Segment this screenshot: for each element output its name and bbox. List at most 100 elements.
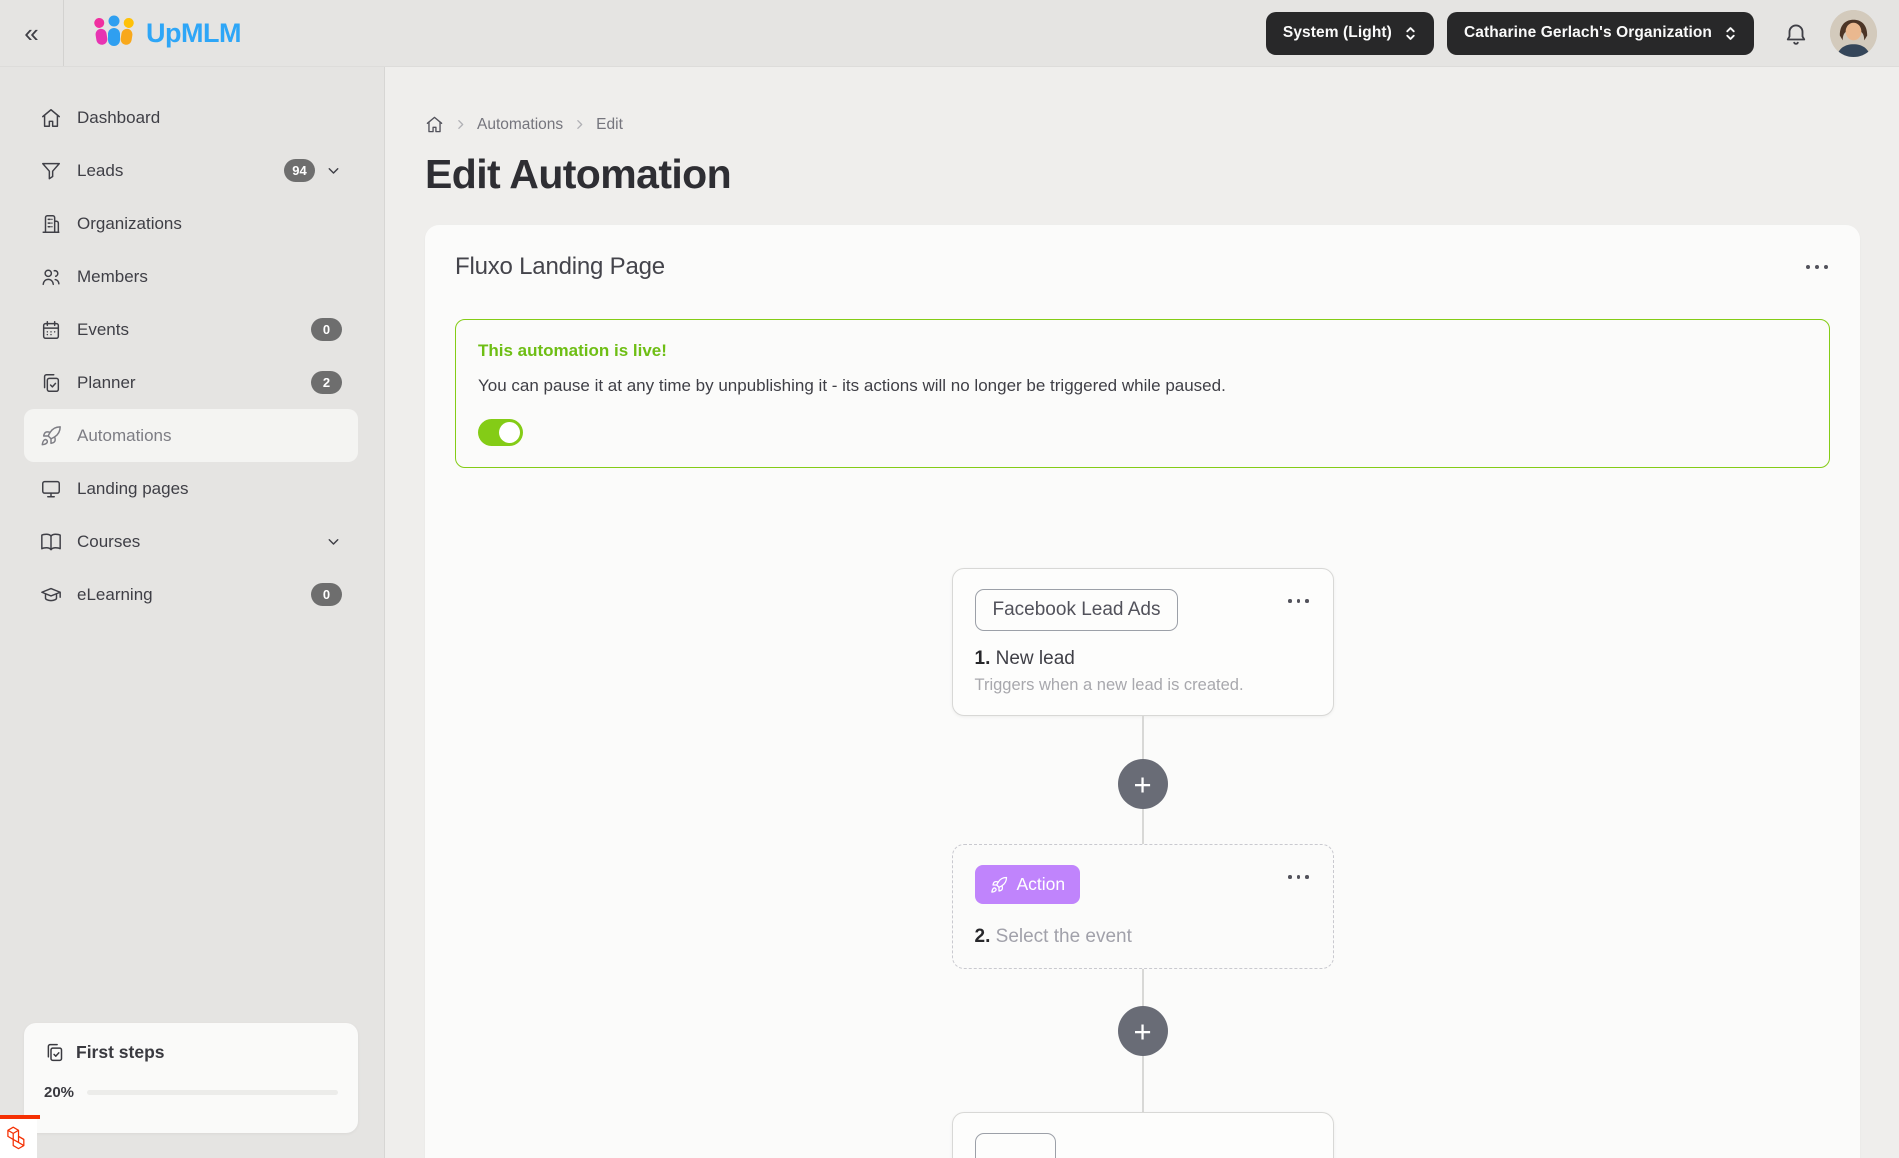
sidebar-item-organizations[interactable]: Organizations <box>24 197 358 250</box>
sidebar-item-dashboard[interactable]: Dashboard <box>24 91 358 144</box>
home-icon <box>40 107 62 129</box>
sidebar-item-courses[interactable]: Courses <box>24 515 358 568</box>
live-alert: This automation is live! You can pause i… <box>455 319 1830 468</box>
sidebar-item-label: Courses <box>77 531 141 551</box>
sidebar-item-label: Automations <box>77 425 172 445</box>
sidebar-item-planner[interactable]: Planner 2 <box>24 356 358 409</box>
next-node-partial <box>951 1112 1334 1158</box>
sidebar-item-label: Landing pages <box>77 478 189 498</box>
rocket-icon <box>990 876 1008 894</box>
live-alert-body: You can pause it at any time by unpublis… <box>478 376 1226 395</box>
monitor-icon <box>40 478 62 500</box>
main-content: Automations Edit Edit Automation Fluxo L… <box>385 67 1899 1158</box>
topbar-controls: System (Light) Catharine Gerlach's Organ… <box>1265 9 1899 57</box>
step-number: 2. <box>974 926 991 947</box>
add-step-button[interactable]: + <box>1117 759 1168 809</box>
flow-connector <box>1141 716 1144 759</box>
action-node: Action 2. Select the event <box>951 844 1334 969</box>
action-pill-label: Action <box>1016 874 1066 894</box>
topbar: « UpMLM System (Light) Catharine Gerlach… <box>0 0 1899 67</box>
notifications-bell-button[interactable] <box>1783 20 1809 46</box>
add-step-button[interactable]: + <box>1117 1006 1168 1056</box>
events-count-badge: 0 <box>311 318 342 341</box>
user-avatar[interactable] <box>1830 9 1877 57</box>
toggle-knob <box>499 422 520 443</box>
live-alert-title: This automation is live! <box>478 341 667 360</box>
node-menu-button[interactable] <box>1286 589 1311 609</box>
collapse-sidebar-button[interactable]: « <box>0 0 64 66</box>
chevron-down-icon <box>325 162 342 179</box>
book-open-icon <box>40 531 62 553</box>
next-node-pill[interactable] <box>974 1133 1056 1158</box>
flow-connector <box>1141 809 1144 844</box>
laravel-debugbar-toggle[interactable] <box>0 1115 40 1158</box>
sidebar-item-label: Planner <box>77 372 136 392</box>
flow-connector <box>1141 1056 1144 1112</box>
first-steps-card[interactable]: First steps 20% <box>24 1023 358 1133</box>
theme-selector-button[interactable]: System (Light) <box>1265 11 1434 55</box>
laravel-logo-icon <box>6 1125 32 1152</box>
rocket-icon <box>40 425 62 447</box>
planner-count-badge: 2 <box>311 371 342 394</box>
sidebar: Dashboard Leads 94 Organizations Members… <box>0 67 385 1158</box>
automation-flow: Facebook Lead Ads 1. New lead Triggers w… <box>455 568 1830 1158</box>
sidebar-item-label: eLearning <box>77 584 153 604</box>
breadcrumb-edit: Edit <box>596 115 623 133</box>
brand-people-icon <box>92 14 136 52</box>
trigger-source-pill[interactable]: Facebook Lead Ads <box>974 589 1179 631</box>
theme-selector-label: System (Light) <box>1282 24 1392 41</box>
chevron-down-icon <box>325 533 342 550</box>
clipboard-check-icon <box>44 1042 65 1063</box>
chevron-right-icon <box>573 118 586 131</box>
brand-logo[interactable]: UpMLM <box>92 14 241 52</box>
breadcrumb: Automations Edit <box>425 115 1860 134</box>
sidebar-item-label: Events <box>77 319 129 339</box>
bell-icon <box>1783 20 1809 46</box>
clipboard-check-icon <box>40 372 62 394</box>
step-title: Select the event <box>995 926 1132 947</box>
building-icon <box>40 213 62 235</box>
sidebar-item-leads[interactable]: Leads 94 <box>24 144 358 197</box>
plus-icon: + <box>1133 766 1152 802</box>
automation-name: Fluxo Landing Page <box>455 253 665 280</box>
organization-selector-label: Catharine Gerlach's Organization <box>1463 24 1712 41</box>
sidebar-item-automations[interactable]: Automations <box>24 409 358 462</box>
leads-count-badge: 94 <box>284 159 315 182</box>
flow-connector <box>1141 969 1144 1006</box>
users-icon <box>40 266 62 288</box>
sidebar-item-label: Organizations <box>77 213 182 233</box>
calendar-icon <box>40 319 62 341</box>
sidebar-item-landing-pages[interactable]: Landing pages <box>24 462 358 515</box>
chevrons-up-down-icon <box>1724 25 1737 42</box>
sidebar-item-label: Leads <box>77 160 124 180</box>
sidebar-item-elearning[interactable]: eLearning 0 <box>24 568 358 621</box>
automation-card: Fluxo Landing Page This automation is li… <box>425 225 1860 1158</box>
card-menu-button[interactable] <box>1804 259 1830 275</box>
node-menu-button[interactable] <box>1286 865 1311 885</box>
home-icon <box>425 115 444 134</box>
first-steps-title: First steps <box>76 1042 165 1062</box>
chevrons-up-down-icon <box>1404 25 1417 42</box>
step-title: New lead <box>995 648 1075 669</box>
step-number: 1. <box>974 648 991 669</box>
step-description: Triggers when a new lead is created. <box>974 676 1244 694</box>
elearning-count-badge: 0 <box>311 583 342 606</box>
sidebar-item-label: Dashboard <box>77 107 161 127</box>
publish-toggle[interactable] <box>478 419 523 446</box>
plus-icon: + <box>1133 1013 1152 1049</box>
breadcrumb-automations-link[interactable]: Automations <box>477 116 563 134</box>
funnel-icon <box>40 160 62 182</box>
sidebar-item-events[interactable]: Events 0 <box>24 303 358 356</box>
page-title: Edit Automation <box>425 151 732 197</box>
brand-name: UpMLM <box>146 17 241 48</box>
graduation-cap-icon <box>40 584 62 606</box>
first-steps-percent: 20% <box>44 1084 75 1101</box>
sidebar-item-members[interactable]: Members <box>24 250 358 303</box>
chevron-right-icon <box>454 118 467 131</box>
trigger-node: Facebook Lead Ads 1. New lead Triggers w… <box>951 568 1334 716</box>
breadcrumb-home-link[interactable] <box>425 115 444 134</box>
double-chevron-left-icon: « <box>24 17 39 48</box>
sidebar-item-label: Members <box>77 266 148 286</box>
organization-selector-button[interactable]: Catharine Gerlach's Organization <box>1446 11 1754 55</box>
action-pill[interactable]: Action <box>974 865 1081 904</box>
